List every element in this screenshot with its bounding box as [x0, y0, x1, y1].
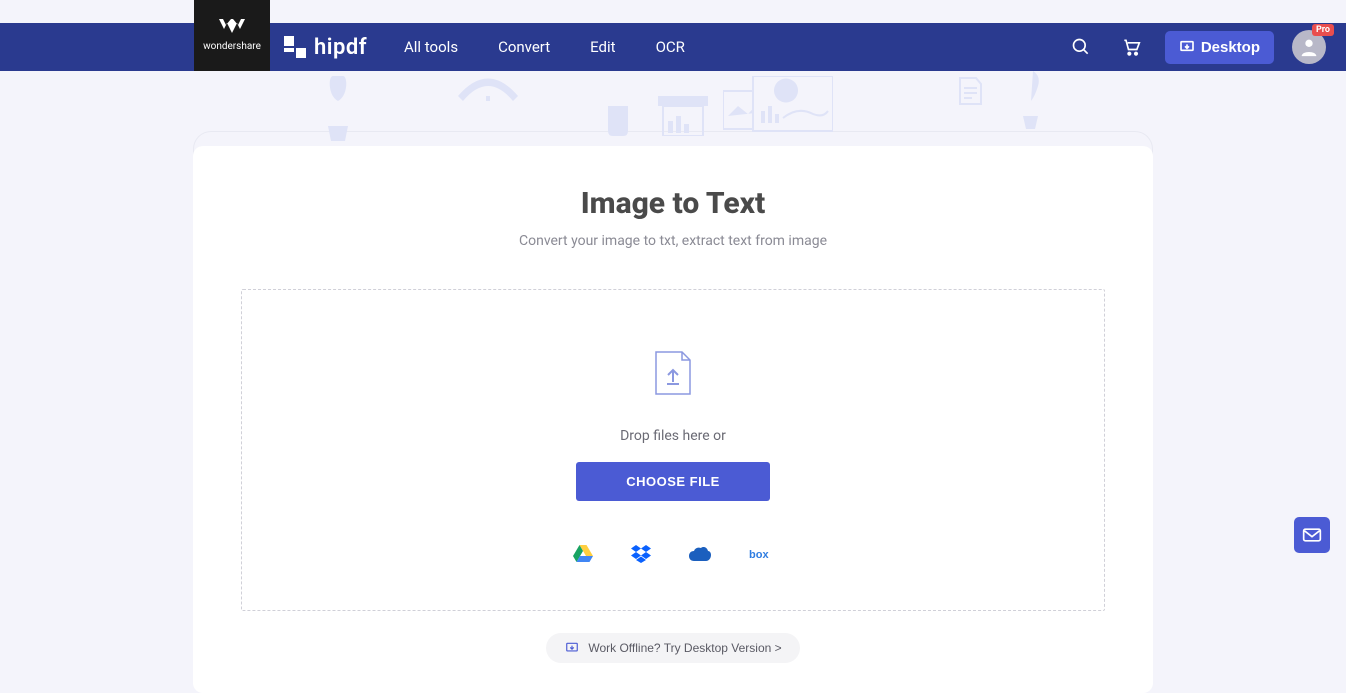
nav-right: Desktop Pro — [1065, 30, 1326, 64]
avatar-icon — [1298, 36, 1320, 58]
dropbox-button[interactable] — [627, 541, 655, 570]
offline-cta-label: Work Offline? Try Desktop Version > — [588, 641, 781, 655]
navbar: wondershare hipdf All tools Convert Edit… — [0, 23, 1346, 71]
wondershare-label: wondershare — [203, 41, 261, 52]
wondershare-logo[interactable]: wondershare — [194, 0, 270, 71]
avatar[interactable]: Pro — [1292, 30, 1326, 64]
nav-link-convert[interactable]: Convert — [498, 38, 550, 56]
box-button[interactable]: box — [745, 543, 777, 568]
wondershare-icon — [219, 19, 245, 37]
search-button[interactable] — [1065, 31, 1097, 63]
nav-links: All tools Convert Edit OCR — [404, 38, 685, 56]
offline-cta-button[interactable]: Work Offline? Try Desktop Version > — [546, 633, 799, 663]
google-drive-icon — [573, 545, 593, 563]
drop-text: Drop files here or — [262, 428, 1084, 444]
download-icon — [564, 641, 580, 655]
search-icon — [1071, 37, 1091, 57]
decorative-illustrations — [193, 71, 1153, 146]
svg-text:box: box — [749, 549, 769, 561]
main-card: Image to Text Convert your image to txt,… — [193, 146, 1153, 693]
onedrive-icon — [689, 547, 711, 561]
dropbox-icon — [631, 545, 651, 563]
dropzone[interactable]: Drop files here or CHOOSE FILE box — [241, 289, 1105, 611]
cloud-sources: box — [262, 541, 1084, 570]
choose-file-button[interactable]: CHOOSE FILE — [576, 462, 770, 501]
desktop-label: Desktop — [1201, 39, 1260, 56]
file-upload-icon — [654, 350, 692, 396]
nav-link-all-tools[interactable]: All tools — [404, 38, 458, 56]
cart-button[interactable] — [1115, 31, 1147, 63]
page-subtitle: Convert your image to txt, extract text … — [241, 233, 1105, 249]
box-icon: box — [749, 547, 773, 561]
page-title: Image to Text — [241, 186, 1105, 221]
onedrive-button[interactable] — [685, 543, 715, 568]
hipdf-label: hipdf — [314, 35, 367, 60]
mail-icon — [1302, 527, 1322, 543]
cart-icon — [1121, 37, 1141, 57]
hipdf-logo[interactable]: hipdf — [284, 35, 367, 60]
download-icon — [1179, 39, 1195, 55]
desktop-button[interactable]: Desktop — [1165, 31, 1274, 64]
google-drive-button[interactable] — [569, 541, 597, 570]
nav-link-edit[interactable]: Edit — [590, 38, 615, 56]
pro-badge: Pro — [1312, 24, 1334, 36]
nav-link-ocr[interactable]: OCR — [656, 38, 685, 56]
feedback-button[interactable] — [1294, 517, 1330, 553]
hipdf-icon — [284, 36, 306, 58]
